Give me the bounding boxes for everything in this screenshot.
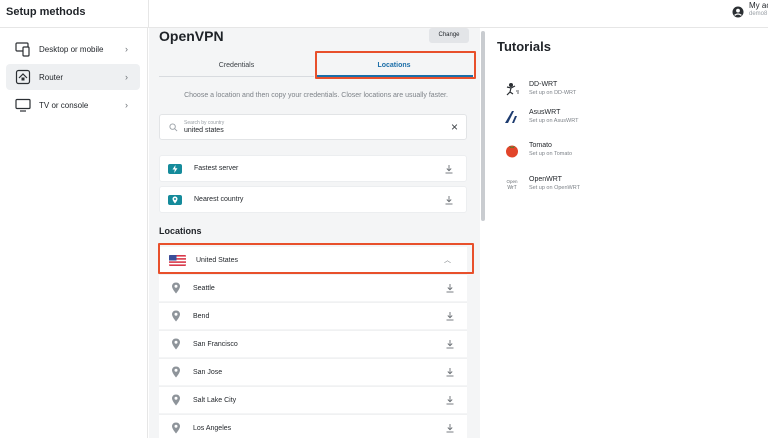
chevron-up-icon[interactable]: ︿ — [444, 255, 451, 265]
city-label: San Jose — [193, 368, 223, 376]
close-icon[interactable]: × — [451, 120, 458, 134]
fastest-server-card[interactable]: Fastest server — [159, 155, 467, 182]
city-row[interactable]: Los Angeles — [159, 414, 467, 438]
city-label: Bend — [193, 312, 210, 320]
protocol-title: OpenVPN — [159, 28, 224, 44]
download-icon[interactable] — [445, 339, 455, 349]
svg-text:Open: Open — [506, 179, 518, 184]
search-input[interactable]: Search by country united states × — [159, 114, 467, 140]
download-icon[interactable] — [445, 423, 455, 433]
download-icon[interactable] — [445, 283, 455, 293]
location-pin-icon — [172, 394, 180, 406]
location-pin-icon — [172, 310, 180, 322]
sidebar: Desktop or mobile › Router › TV or conso… — [0, 28, 148, 438]
router-icon — [14, 68, 32, 86]
sidebar-item-tv-or-console[interactable]: TV or console › — [6, 92, 140, 118]
location-pin-icon — [172, 338, 180, 350]
tutorial-asuswrt[interactable]: AsusWRT Set up on AsusWRT — [503, 105, 753, 129]
download-icon[interactable] — [445, 367, 455, 377]
download-icon[interactable] — [445, 311, 455, 321]
card-label: Fastest server — [194, 165, 239, 172]
city-row[interactable]: San Francisco — [159, 330, 467, 357]
chevron-right-icon: › — [125, 72, 128, 82]
tutorial-name: AsusWRT — [529, 109, 561, 116]
tutorial-name: OpenWRT — [529, 176, 562, 183]
tutorial-dd-wrt[interactable]: DD-WRT Set up on DD-WRT — [503, 77, 753, 101]
location-badge-icon — [168, 194, 182, 205]
desktop-mobile-icon — [14, 40, 32, 58]
sidebar-item-router[interactable]: Router › — [6, 64, 140, 90]
tutorial-sub: Set up on AsusWRT — [529, 118, 579, 124]
city-row[interactable]: San Jose — [159, 358, 467, 385]
us-flag-icon — [169, 254, 186, 266]
tutorial-sub: Set up on DD-WRT — [529, 90, 577, 96]
city-label: Seattle — [193, 284, 215, 292]
download-icon[interactable] — [444, 164, 454, 174]
svg-text:WrT: WrT — [507, 185, 516, 191]
account-email: demo8 — [749, 11, 768, 17]
country-row-united-states[interactable]: United States ︿ — [159, 247, 467, 273]
top-bar: Setup methods My acc demo8 — [0, 0, 768, 28]
tv-icon — [14, 96, 32, 114]
city-row[interactable]: Bend — [159, 302, 467, 329]
locations-hint: Choose a location and then copy your cre… — [184, 92, 448, 99]
location-pin-icon — [172, 422, 180, 434]
location-pin-icon — [172, 282, 180, 294]
sidebar-item-label: TV or console — [39, 100, 89, 110]
chevron-right-icon: › — [125, 100, 128, 110]
page-title: Setup methods — [6, 6, 86, 18]
chevron-right-icon: › — [125, 44, 128, 54]
tutorial-sub: Set up on OpenWRT — [529, 185, 580, 191]
tutorials-panel: Tutorials DD-WRT Set up on DD-WRT AsusWR… — [487, 28, 768, 438]
search-icon — [169, 123, 178, 132]
sidebar-item-desktop-or-mobile[interactable]: Desktop or mobile › — [6, 36, 140, 62]
account-label: My acc — [749, 1, 768, 10]
tomato-logo-icon — [503, 141, 521, 159]
country-label: United States — [196, 256, 239, 264]
tutorial-openwrt[interactable]: Open WrT OpenWRT Set up on OpenWRT — [503, 172, 753, 196]
city-row[interactable]: Seattle — [159, 274, 467, 301]
tutorials-heading: Tutorials — [497, 39, 551, 54]
city-label: Los Angeles — [193, 424, 232, 432]
tutorial-tomato[interactable]: Tomato Set up on Tomato — [503, 138, 753, 162]
openwrt-logo-icon: Open WrT — [503, 175, 521, 193]
scrollbar[interactable] — [481, 31, 485, 221]
location-pin-icon — [172, 366, 180, 378]
tutorial-sub: Set up on Tomato — [529, 151, 573, 157]
search-placeholder: Search by country — [184, 120, 225, 126]
download-icon[interactable] — [444, 195, 454, 205]
download-icon[interactable] — [445, 395, 455, 405]
lightning-icon — [168, 163, 182, 174]
account-menu[interactable]: My acc demo8 — [732, 2, 768, 18]
tutorial-name: Tomato — [529, 142, 552, 149]
divider — [148, 0, 149, 28]
openvpn-panel: OpenVPN Change Credentials Locations Cho… — [149, 28, 480, 438]
city-label: Salt Lake City — [193, 396, 237, 404]
change-button[interactable]: Change — [429, 28, 469, 43]
sidebar-item-label: Desktop or mobile — [39, 44, 104, 54]
locations-heading: Locations — [159, 226, 202, 236]
tutorial-name: DD-WRT — [529, 81, 558, 88]
card-label: Nearest country — [194, 196, 244, 203]
city-label: San Francisco — [193, 340, 238, 348]
asuswrt-logo-icon — [503, 108, 521, 126]
nearest-country-card[interactable]: Nearest country — [159, 186, 467, 213]
tab-credentials[interactable]: Credentials — [159, 55, 314, 77]
sidebar-item-label: Router — [39, 72, 64, 82]
search-value: united states — [184, 127, 224, 134]
dd-wrt-logo-icon — [503, 80, 521, 98]
account-icon — [732, 6, 744, 18]
tab-locations[interactable]: Locations — [315, 55, 473, 77]
city-row[interactable]: Salt Lake City — [159, 386, 467, 413]
